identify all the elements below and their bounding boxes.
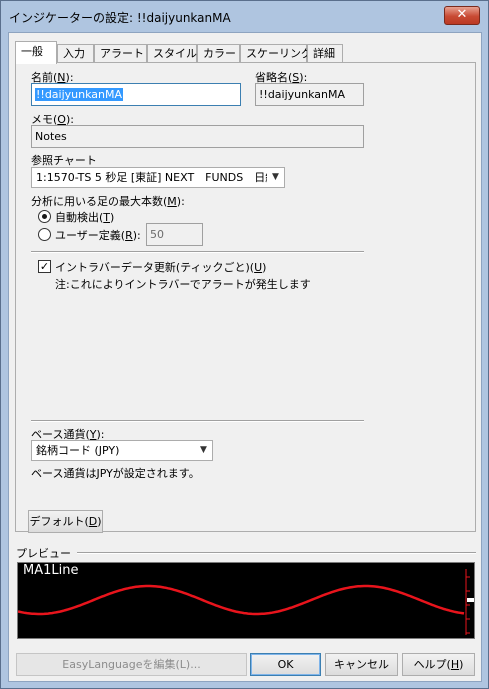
- window-title: インジケーターの設定: !!daijyunkanMA: [9, 11, 231, 25]
- base-currency-select[interactable]: 銘柄コード (JPY) ▼: [31, 440, 213, 461]
- short-name-field[interactable]: !!daijyunkanMA: [255, 83, 364, 106]
- indicator-settings-dialog: インジケーターの設定: !!daijyunkanMA ✕ 一般 入力 アラート …: [0, 0, 489, 689]
- tab-color[interactable]: カラー: [197, 44, 240, 63]
- user-defined-field[interactable]: 50: [146, 223, 203, 246]
- preview-chart-svg: [18, 569, 474, 635]
- tab-details[interactable]: 詳細: [307, 44, 343, 63]
- intrabar-label[interactable]: イントラバーデータ更新(ティックごと)(U): [55, 259, 266, 275]
- divider: [31, 420, 364, 422]
- ok-button[interactable]: OK: [250, 653, 321, 676]
- divider: [31, 251, 364, 253]
- divider: [77, 552, 476, 554]
- base-currency-note: ベース通貨はJPYが設定されます。: [31, 467, 200, 480]
- tab-style[interactable]: スタイル: [147, 44, 197, 63]
- cancel-button[interactable]: キャンセル: [325, 653, 398, 676]
- preview-chart: MA1Line: [17, 562, 475, 639]
- tab-alerts[interactable]: アラート: [94, 44, 147, 63]
- intrabar-note: 注:これによりイントラバーでアラートが発生します: [55, 278, 311, 291]
- preview-ma-line: [18, 584, 465, 616]
- dialog-client-area: 一般 入力 アラート スタイル カラー スケーリング 詳細 名前(N): !!d…: [8, 32, 482, 682]
- intrabar-checkbox[interactable]: ✓: [38, 260, 51, 273]
- tab-inputs[interactable]: 入力: [57, 44, 94, 63]
- help-button[interactable]: ヘルプ(H): [402, 653, 475, 676]
- tab-scaling[interactable]: スケーリング: [240, 44, 312, 63]
- default-button[interactable]: デフォルト(D): [28, 510, 103, 533]
- chevron-down-icon: ▼: [195, 441, 212, 460]
- memo-field[interactable]: Notes: [31, 125, 364, 148]
- close-button[interactable]: ✕: [444, 6, 480, 25]
- reference-chart-select[interactable]: 1:1570-TS 5 秒足 [東証] NEXT FUNDS 日経 ▼: [31, 167, 285, 188]
- name-field[interactable]: !!daijyunkanMA: [31, 83, 241, 106]
- general-tab-panel: 名前(N): !!daijyunkanMA 省略名(S): !!daijyunk…: [15, 62, 476, 533]
- tab-general[interactable]: 一般: [15, 41, 57, 64]
- chevron-down-icon: ▼: [267, 168, 284, 187]
- auto-detect-radio[interactable]: [38, 210, 51, 223]
- edit-easylanguage-button[interactable]: EasyLanguageを編集(L)...: [16, 653, 247, 676]
- user-defined-label[interactable]: ユーザー定義(R):: [55, 227, 141, 243]
- title-bar[interactable]: インジケーターの設定: !!daijyunkanMA ✕: [1, 1, 488, 31]
- close-icon: ✕: [456, 7, 468, 22]
- preview-label: プレビュー: [16, 547, 71, 560]
- auto-detect-label[interactable]: 自動検出(T): [55, 209, 114, 225]
- preview-price-marker: [467, 598, 474, 602]
- user-defined-radio[interactable]: [38, 228, 51, 241]
- max-bars-label: 分析に用いる足の最大本数(M):: [31, 195, 185, 208]
- reference-chart-label: 参照チャート: [31, 154, 97, 167]
